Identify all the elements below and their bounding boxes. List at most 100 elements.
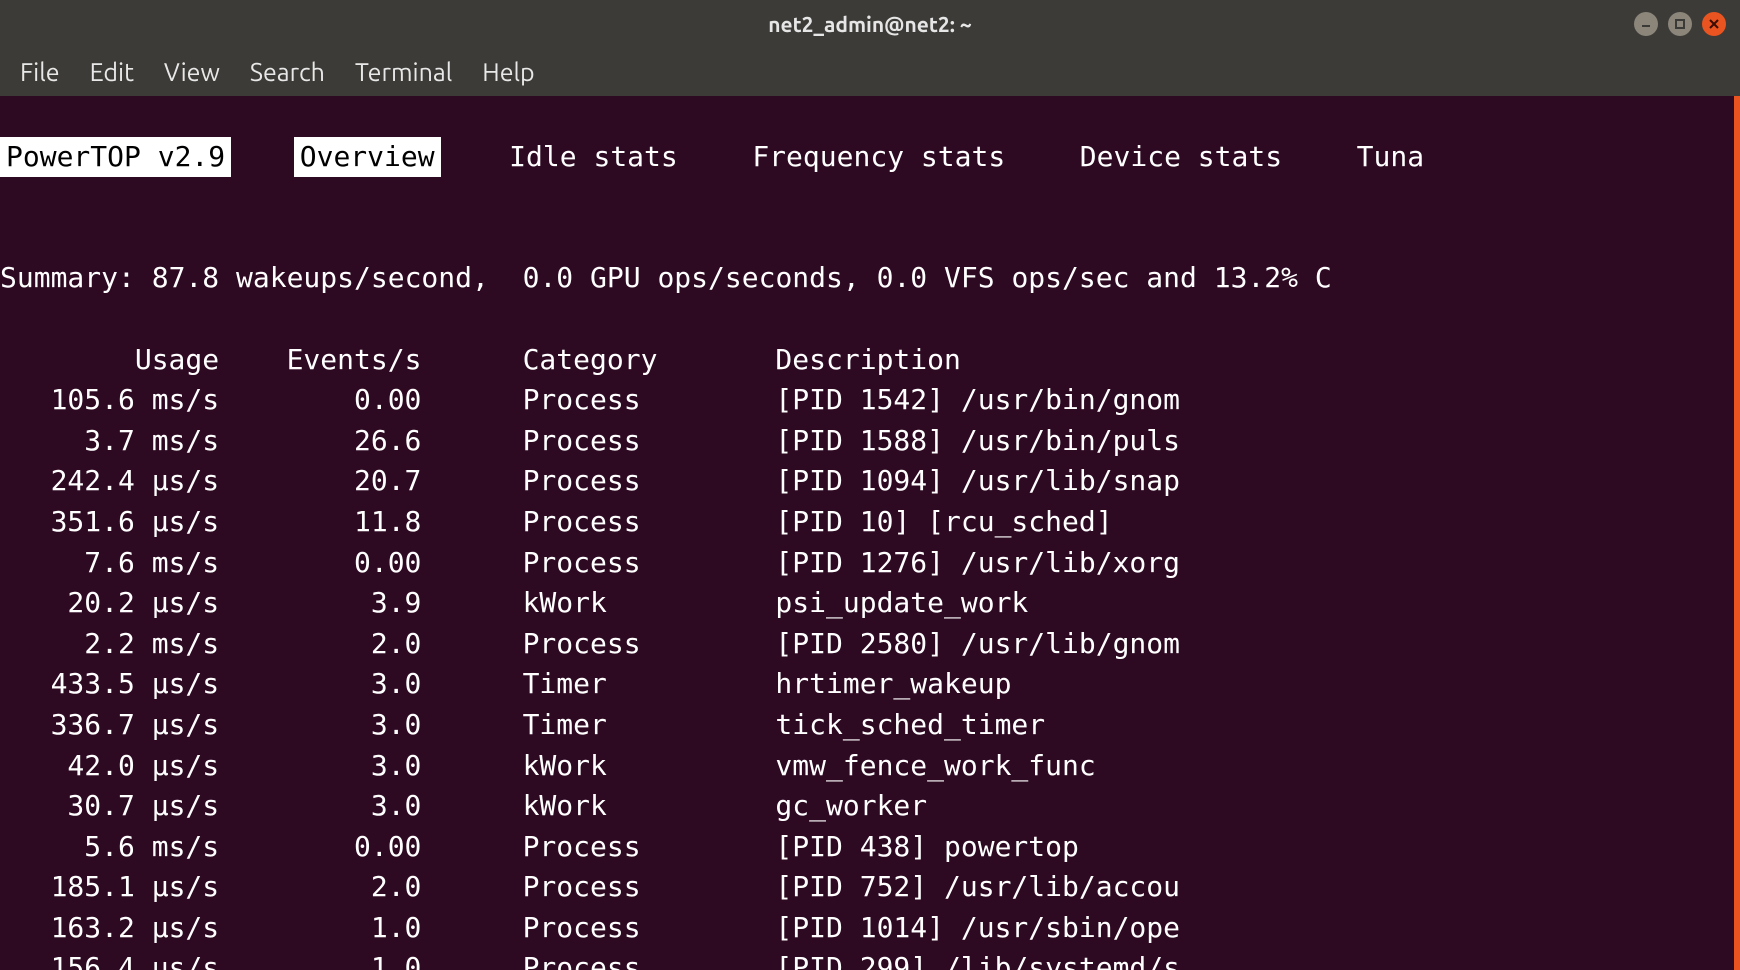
cell-category: Timer — [523, 664, 776, 705]
cell-events: 3.0 — [219, 746, 421, 787]
cell-usage: 105.6 ms/s — [0, 380, 219, 421]
cell-usage: 2.2 ms/s — [0, 624, 219, 665]
cell-usage: 163.2 µs/s — [0, 908, 219, 949]
cell-description: [PID 1014] /usr/sbin/ope — [775, 908, 1180, 949]
table-row: 336.7 µs/s3.0 Timertick_sched_timer — [0, 708, 1045, 741]
powertop-tabs: PowerTOP v2.9 Overview Idle stats Freque… — [0, 137, 1734, 178]
cell-usage: 185.1 µs/s — [0, 867, 219, 908]
app-label: PowerTOP v2.9 — [0, 137, 231, 178]
table-header-row: UsageEvents/s CategoryDescription — [0, 343, 961, 376]
table-row: 20.2 µs/s3.9 kWorkpsi_update_work — [0, 586, 1028, 619]
tab-overview[interactable]: Overview — [294, 137, 441, 178]
cell-events: 2.0 — [219, 624, 421, 665]
cell-category: kWork — [523, 786, 776, 827]
table-row: 30.7 µs/s3.0 kWorkgc_worker — [0, 789, 927, 822]
cell-description: vmw_fence_work_func — [775, 746, 1095, 787]
cell-description: gc_worker — [775, 786, 927, 827]
table-row: 2.2 ms/s2.0 Process[PID 2580] /usr/lib/g… — [0, 627, 1180, 660]
cell-description: [PID 1094] /usr/lib/snap — [775, 461, 1180, 502]
cell-events: 2.0 — [219, 867, 421, 908]
col-header-usage: Usage — [0, 340, 219, 381]
cell-description: [PID 1542] /usr/bin/gnom — [775, 380, 1180, 421]
table-row: 5.6 ms/s0.00 Process[PID 438] powertop — [0, 830, 1079, 863]
cell-category: Process — [523, 867, 776, 908]
table-row: 185.1 µs/s2.0 Process[PID 752] /usr/lib/… — [0, 870, 1180, 903]
cell-events: 26.6 — [219, 421, 421, 462]
cell-description: [PID 438] powertop — [775, 827, 1078, 868]
cell-description: [PID 2580] /usr/lib/gnom — [775, 624, 1180, 665]
cell-events: 11.8 — [219, 502, 421, 543]
cell-usage: 433.5 µs/s — [0, 664, 219, 705]
close-button[interactable] — [1702, 12, 1726, 36]
cell-category: Process — [523, 624, 776, 665]
cell-events: 20.7 — [219, 461, 421, 502]
table-row: 242.4 µs/s20.7 Process[PID 1094] /usr/li… — [0, 464, 1180, 497]
table-row: 156.4 µs/s1.0 Process[PID 299] /lib/syst… — [0, 951, 1180, 970]
cell-usage: 351.6 µs/s — [0, 502, 219, 543]
menu-file[interactable]: File — [20, 58, 60, 86]
col-header-category: Category — [523, 340, 776, 381]
cell-description: [PID 299] /lib/systemd/s — [775, 948, 1180, 970]
cell-usage: 3.7 ms/s — [0, 421, 219, 462]
tab-idle-stats[interactable]: Idle stats — [503, 137, 684, 178]
window-controls — [1634, 12, 1726, 36]
menu-help[interactable]: Help — [482, 58, 534, 86]
cell-events: 3.9 — [219, 583, 421, 624]
cell-description: [PID 1276] /usr/lib/xorg — [775, 543, 1180, 584]
cell-events: 3.0 — [219, 786, 421, 827]
cell-events: 0.00 — [219, 380, 421, 421]
tab-tunables[interactable]: Tuna — [1351, 137, 1430, 178]
terminal-window: net2_admin@net2: ~ File Edit View Search… — [0, 0, 1740, 970]
maximize-button[interactable] — [1668, 12, 1692, 36]
terminal-output[interactable]: PowerTOP v2.9 Overview Idle stats Freque… — [0, 96, 1740, 970]
cell-usage: 336.7 µs/s — [0, 705, 219, 746]
cell-category: Process — [523, 948, 776, 970]
cell-description: [PID 752] /usr/lib/accou — [775, 867, 1180, 908]
table-row: 163.2 µs/s1.0 Process[PID 1014] /usr/sbi… — [0, 911, 1180, 944]
table-row: 105.6 ms/s0.00 Process[PID 1542] /usr/bi… — [0, 383, 1180, 416]
cell-category: kWork — [523, 746, 776, 787]
cell-description: psi_update_work — [775, 583, 1028, 624]
menu-terminal[interactable]: Terminal — [355, 58, 452, 86]
cell-events: 3.0 — [219, 664, 421, 705]
table-row: 433.5 µs/s3.0 Timerhrtimer_wakeup — [0, 667, 1011, 700]
cell-usage: 242.4 µs/s — [0, 461, 219, 502]
minimize-button[interactable] — [1634, 12, 1658, 36]
summary-line: Summary: 87.8 wakeups/second, 0.0 GPU op… — [0, 261, 1332, 294]
cell-category: Timer — [523, 705, 776, 746]
tab-frequency-stats[interactable]: Frequency stats — [746, 137, 1011, 178]
cell-category: Process — [523, 827, 776, 868]
cell-category: Process — [523, 502, 776, 543]
cell-category: Process — [523, 380, 776, 421]
menu-view[interactable]: View — [164, 58, 220, 86]
cell-description: [PID 10] [rcu_sched] — [775, 502, 1112, 543]
cell-category: kWork — [523, 583, 776, 624]
cell-events: 1.0 — [219, 948, 421, 970]
table-row: 351.6 µs/s11.8 Process[PID 10] [rcu_sche… — [0, 505, 1113, 538]
cell-category: Process — [523, 908, 776, 949]
cell-usage: 5.6 ms/s — [0, 827, 219, 868]
window-title: net2_admin@net2: ~ — [768, 12, 972, 36]
cell-description: tick_sched_timer — [775, 705, 1045, 746]
window-titlebar: net2_admin@net2: ~ — [0, 0, 1740, 48]
cell-description: [PID 1588] /usr/bin/puls — [775, 421, 1180, 462]
col-header-description: Description — [775, 340, 960, 381]
tab-device-stats[interactable]: Device stats — [1074, 137, 1288, 178]
cell-events: 3.0 — [219, 705, 421, 746]
cell-events: 1.0 — [219, 908, 421, 949]
cell-usage: 156.4 µs/s — [0, 948, 219, 970]
cell-usage: 7.6 ms/s — [0, 543, 219, 584]
menu-search[interactable]: Search — [250, 58, 325, 86]
cell-description: hrtimer_wakeup — [775, 664, 1011, 705]
table-row: 3.7 ms/s26.6 Process[PID 1588] /usr/bin/… — [0, 424, 1180, 457]
cell-usage: 30.7 µs/s — [0, 786, 219, 827]
table-row: 7.6 ms/s0.00 Process[PID 1276] /usr/lib/… — [0, 546, 1180, 579]
cell-category: Process — [523, 421, 776, 462]
cell-category: Process — [523, 461, 776, 502]
menubar: File Edit View Search Terminal Help — [0, 48, 1740, 96]
cell-events: 0.00 — [219, 543, 421, 584]
cell-events: 0.00 — [219, 827, 421, 868]
menu-edit[interactable]: Edit — [90, 58, 134, 86]
col-header-events: Events/s — [219, 340, 421, 381]
table-row: 42.0 µs/s3.0 kWorkvmw_fence_work_func — [0, 749, 1096, 782]
